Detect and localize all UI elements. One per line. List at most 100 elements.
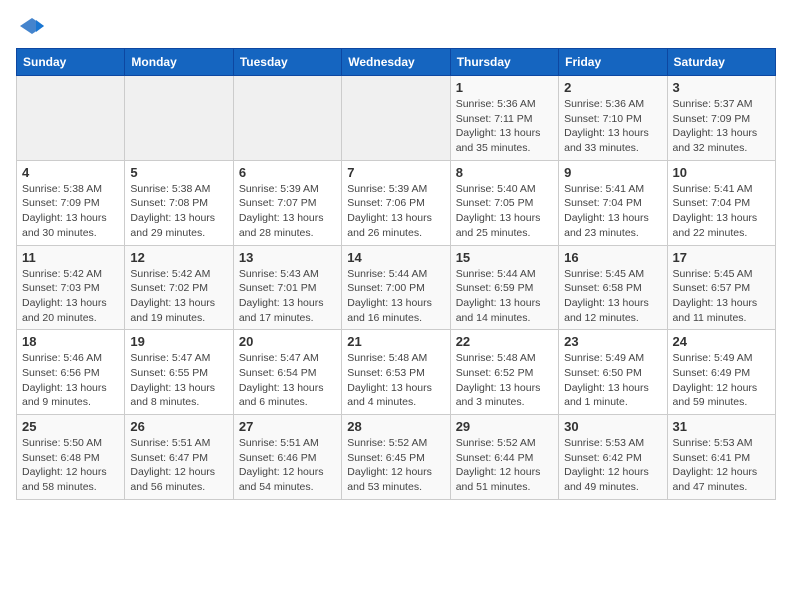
day-info: Sunrise: 5:36 AM Sunset: 7:10 PM Dayligh…	[564, 97, 661, 156]
day-info: Sunrise: 5:45 AM Sunset: 6:58 PM Dayligh…	[564, 267, 661, 326]
day-number: 16	[564, 250, 661, 265]
day-info: Sunrise: 5:46 AM Sunset: 6:56 PM Dayligh…	[22, 351, 119, 410]
day-number: 3	[673, 80, 770, 95]
day-info: Sunrise: 5:53 AM Sunset: 6:42 PM Dayligh…	[564, 436, 661, 495]
day-number: 17	[673, 250, 770, 265]
calendar-cell: 7 Sunrise: 5:39 AM Sunset: 7:06 PM Daylig…	[342, 160, 450, 245]
calendar-cell: 13Sunrise: 5:43 AM Sunset: 7:01 PM Dayli…	[233, 245, 341, 330]
calendar-cell: 29 Sunrise: 5:52 AM Sunset: 6:44 PM Dayli…	[450, 415, 558, 500]
day-info: Sunrise: 5:37 AM Sunset: 7:09 PM Dayligh…	[673, 97, 770, 156]
calendar-cell: 16 Sunrise: 5:45 AM Sunset: 6:58 PM Dayli…	[559, 245, 667, 330]
day-info: Sunrise: 5:48 AM Sunset: 6:52 PM Dayligh…	[456, 351, 553, 410]
calendar-cell: 2 Sunrise: 5:36 AM Sunset: 7:10 PM Daylig…	[559, 76, 667, 161]
calendar-cell: 6 Sunrise: 5:39 AM Sunset: 7:07 PM Daylig…	[233, 160, 341, 245]
calendar-cell: 15 Sunrise: 5:44 AM Sunset: 6:59 PM Dayli…	[450, 245, 558, 330]
day-number: 13	[239, 250, 336, 265]
calendar-cell: 27 Sunrise: 5:51 AM Sunset: 6:46 PM Dayli…	[233, 415, 341, 500]
calendar-cell: 3 Sunrise: 5:37 AM Sunset: 7:09 PM Daylig…	[667, 76, 775, 161]
calendar-cell	[233, 76, 341, 161]
calendar-cell: 18 Sunrise: 5:46 AM Sunset: 6:56 PM Dayli…	[17, 330, 125, 415]
day-info: Sunrise: 5:49 AM Sunset: 6:49 PM Dayligh…	[673, 351, 770, 410]
calendar-week-row: 11 Sunrise: 5:42 AM Sunset: 7:03 PM Dayli…	[17, 245, 776, 330]
day-info: Sunrise: 5:42 AM Sunset: 7:03 PM Dayligh…	[22, 267, 119, 326]
day-number: 2	[564, 80, 661, 95]
calendar-week-row: 18 Sunrise: 5:46 AM Sunset: 6:56 PM Dayli…	[17, 330, 776, 415]
calendar-cell: 30 Sunrise: 5:53 AM Sunset: 6:42 PM Dayli…	[559, 415, 667, 500]
calendar-cell: 31 Sunrise: 5:53 AM Sunset: 6:41 PM Dayli…	[667, 415, 775, 500]
calendar-cell: 11 Sunrise: 5:42 AM Sunset: 7:03 PM Dayli…	[17, 245, 125, 330]
calendar-cell: 10 Sunrise: 5:41 AM Sunset: 7:04 PM Dayli…	[667, 160, 775, 245]
calendar-cell: 1Sunrise: 5:36 AM Sunset: 7:11 PM Daylig…	[450, 76, 558, 161]
day-info: Sunrise: 5:39 AM Sunset: 7:06 PM Dayligh…	[347, 182, 444, 241]
day-info: Sunrise: 5:42 AM Sunset: 7:02 PM Dayligh…	[130, 267, 227, 326]
day-info: Sunrise: 5:51 AM Sunset: 6:46 PM Dayligh…	[239, 436, 336, 495]
calendar-cell: 4 Sunrise: 5:38 AM Sunset: 7:09 PM Daylig…	[17, 160, 125, 245]
page-header	[16, 16, 776, 36]
calendar-week-row: 1Sunrise: 5:36 AM Sunset: 7:11 PM Daylig…	[17, 76, 776, 161]
weekday-header-thursday: Thursday	[450, 49, 558, 76]
day-number: 9	[564, 165, 661, 180]
day-info: Sunrise: 5:40 AM Sunset: 7:05 PM Dayligh…	[456, 182, 553, 241]
day-number: 31	[673, 419, 770, 434]
day-info: Sunrise: 5:44 AM Sunset: 7:00 PM Dayligh…	[347, 267, 444, 326]
day-info: Sunrise: 5:52 AM Sunset: 6:44 PM Dayligh…	[456, 436, 553, 495]
calendar-cell: 24 Sunrise: 5:49 AM Sunset: 6:49 PM Dayli…	[667, 330, 775, 415]
day-info: Sunrise: 5:41 AM Sunset: 7:04 PM Dayligh…	[564, 182, 661, 241]
calendar-cell: 8 Sunrise: 5:40 AM Sunset: 7:05 PM Daylig…	[450, 160, 558, 245]
day-info: Sunrise: 5:51 AM Sunset: 6:47 PM Dayligh…	[130, 436, 227, 495]
calendar-cell: 26 Sunrise: 5:51 AM Sunset: 6:47 PM Dayli…	[125, 415, 233, 500]
day-number: 19	[130, 334, 227, 349]
day-number: 15	[456, 250, 553, 265]
day-number: 1	[456, 80, 553, 95]
day-info: Sunrise: 5:50 AM Sunset: 6:48 PM Dayligh…	[22, 436, 119, 495]
day-info: Sunrise: 5:45 AM Sunset: 6:57 PM Dayligh…	[673, 267, 770, 326]
day-number: 29	[456, 419, 553, 434]
day-number: 28	[347, 419, 444, 434]
day-number: 14	[347, 250, 444, 265]
day-info: Sunrise: 5:47 AM Sunset: 6:54 PM Dayligh…	[239, 351, 336, 410]
logo-text	[16, 16, 46, 36]
day-number: 23	[564, 334, 661, 349]
day-number: 18	[22, 334, 119, 349]
day-info: Sunrise: 5:44 AM Sunset: 6:59 PM Dayligh…	[456, 267, 553, 326]
logo-icon	[18, 16, 46, 36]
day-number: 5	[130, 165, 227, 180]
day-number: 12	[130, 250, 227, 265]
calendar-cell: 14 Sunrise: 5:44 AM Sunset: 7:00 PM Dayli…	[342, 245, 450, 330]
weekday-header-friday: Friday	[559, 49, 667, 76]
calendar-cell	[342, 76, 450, 161]
day-info: Sunrise: 5:41 AM Sunset: 7:04 PM Dayligh…	[673, 182, 770, 241]
day-info: Sunrise: 5:39 AM Sunset: 7:07 PM Dayligh…	[239, 182, 336, 241]
day-number: 8	[456, 165, 553, 180]
weekday-header-sunday: Sunday	[17, 49, 125, 76]
day-info: Sunrise: 5:38 AM Sunset: 7:09 PM Dayligh…	[22, 182, 119, 241]
weekday-header-monday: Monday	[125, 49, 233, 76]
calendar-cell: 22Sunrise: 5:48 AM Sunset: 6:52 PM Dayli…	[450, 330, 558, 415]
day-info: Sunrise: 5:38 AM Sunset: 7:08 PM Dayligh…	[130, 182, 227, 241]
day-number: 7	[347, 165, 444, 180]
calendar-cell: 19 Sunrise: 5:47 AM Sunset: 6:55 PM Dayli…	[125, 330, 233, 415]
calendar-cell: 12 Sunrise: 5:42 AM Sunset: 7:02 PM Dayli…	[125, 245, 233, 330]
weekday-header-wednesday: Wednesday	[342, 49, 450, 76]
day-number: 10	[673, 165, 770, 180]
day-number: 21	[347, 334, 444, 349]
day-number: 26	[130, 419, 227, 434]
day-number: 30	[564, 419, 661, 434]
day-number: 6	[239, 165, 336, 180]
calendar-cell: 20Sunrise: 5:47 AM Sunset: 6:54 PM Dayli…	[233, 330, 341, 415]
day-number: 11	[22, 250, 119, 265]
day-info: Sunrise: 5:47 AM Sunset: 6:55 PM Dayligh…	[130, 351, 227, 410]
day-info: Sunrise: 5:53 AM Sunset: 6:41 PM Dayligh…	[673, 436, 770, 495]
day-info: Sunrise: 5:49 AM Sunset: 6:50 PM Dayligh…	[564, 351, 661, 410]
day-number: 4	[22, 165, 119, 180]
logo	[16, 16, 46, 36]
weekday-header-tuesday: Tuesday	[233, 49, 341, 76]
day-number: 27	[239, 419, 336, 434]
day-number: 24	[673, 334, 770, 349]
calendar-cell: 28Sunrise: 5:52 AM Sunset: 6:45 PM Dayli…	[342, 415, 450, 500]
calendar-cell: 17 Sunrise: 5:45 AM Sunset: 6:57 PM Dayli…	[667, 245, 775, 330]
calendar-table: SundayMondayTuesdayWednesdayThursdayFrid…	[16, 48, 776, 500]
calendar-cell: 5 Sunrise: 5:38 AM Sunset: 7:08 PM Daylig…	[125, 160, 233, 245]
weekday-header-saturday: Saturday	[667, 49, 775, 76]
calendar-cell	[125, 76, 233, 161]
